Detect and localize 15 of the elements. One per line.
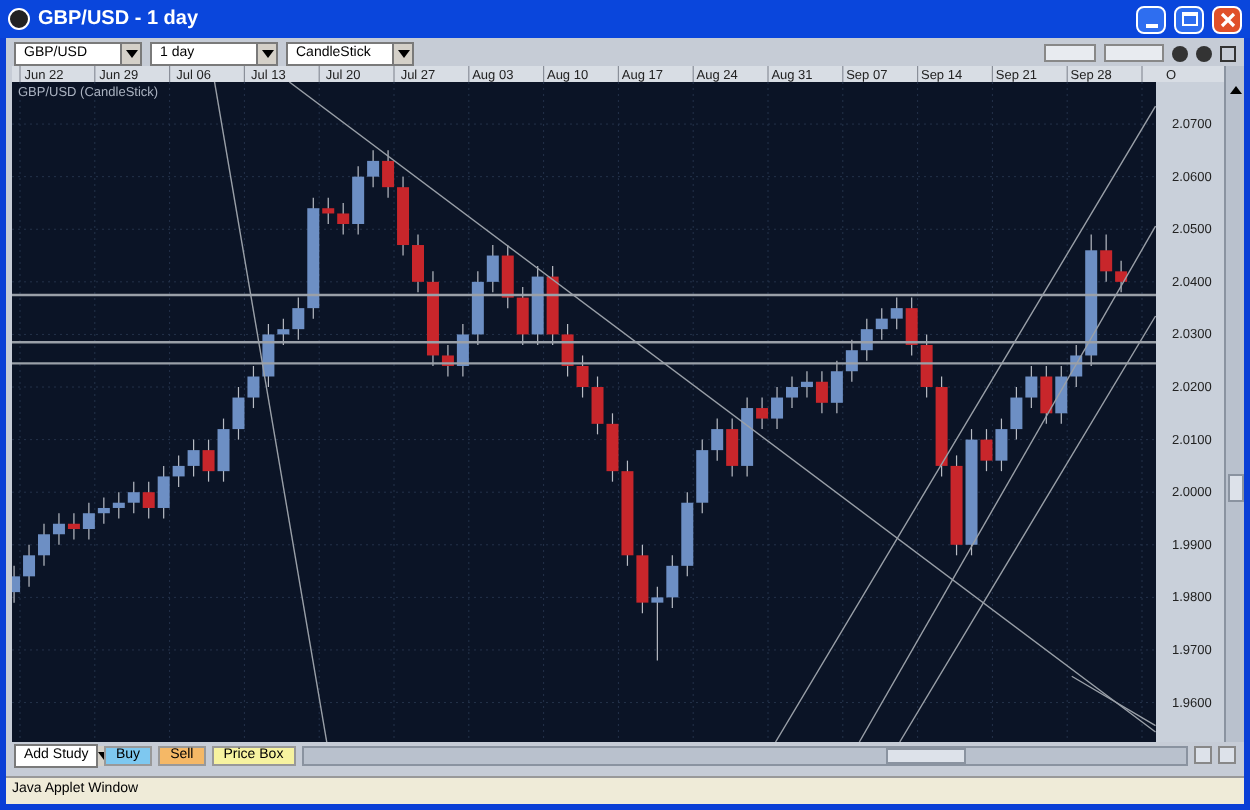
scroll-up-icon[interactable] (1229, 86, 1241, 94)
vertical-scrollbar[interactable] (1224, 66, 1244, 742)
zoom-out-button[interactable] (1194, 746, 1212, 764)
close-icon (1219, 11, 1235, 27)
minimize-button[interactable] (1136, 5, 1166, 33)
close-button[interactable] (1212, 5, 1242, 33)
dropdown-caret-icon (392, 43, 412, 63)
scroll-thumb[interactable] (1227, 474, 1243, 502)
dropdown-caret-icon (120, 43, 140, 63)
window-title: GBP/USD - 1 day (38, 6, 201, 34)
zoom-in-button[interactable] (1218, 746, 1236, 764)
maximize-button[interactable] (1174, 5, 1204, 33)
horizontal-scrollbar[interactable] (301, 745, 1188, 765)
app-icon (8, 8, 30, 30)
dropdown-caret-icon (256, 43, 276, 63)
